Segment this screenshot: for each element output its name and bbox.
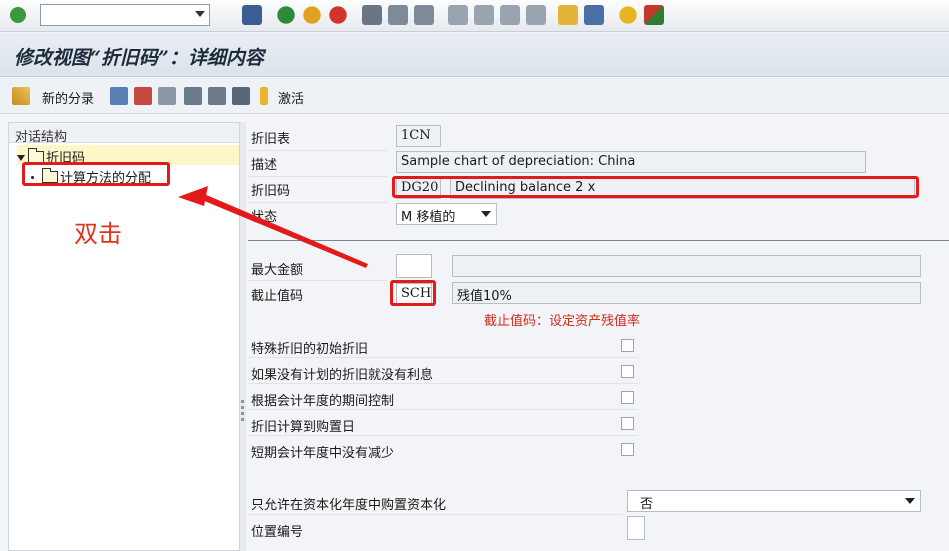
cutoff-value-key-description: 残值10% <box>452 282 921 304</box>
layout-menu-icon[interactable] <box>644 5 664 25</box>
page-title: 修改视图“折旧码”：详细内容 <box>14 47 264 69</box>
annotation-box-cutoff-key <box>390 280 436 306</box>
checkbox-depr-to-acquisition[interactable] <box>621 417 634 430</box>
find-icon[interactable] <box>388 5 408 25</box>
section-divider <box>248 240 949 241</box>
application-toolbar: 新的分录 激活 <box>0 78 949 114</box>
checkbox-special-depreciation[interactable] <box>621 339 634 352</box>
next-entry-icon[interactable] <box>208 87 226 105</box>
cancel-icon[interactable] <box>328 5 348 25</box>
annotation-box-tree-item <box>22 162 170 186</box>
description-field: Sample chart of depreciation: China <box>396 151 866 173</box>
checkbox-label-no-reduction: 短期会计年度中没有减少 <box>251 446 395 461</box>
chart-of-depreciation-label: 折旧表 <box>251 132 291 147</box>
chevron-down-icon[interactable] <box>481 211 491 217</box>
standard-toolbar <box>0 0 949 32</box>
shortcut-icon[interactable] <box>584 5 604 25</box>
title-bar: 修改视图“折旧码”：详细内容 <box>0 33 949 77</box>
dialog-structure-header: 对话结构 <box>9 123 239 145</box>
help-icon[interactable] <box>618 5 638 25</box>
position-number-field[interactable] <box>627 516 645 540</box>
description-label: 描述 <box>251 158 278 173</box>
checkbox-label-special-depreciation: 特殊折旧的初始折旧 <box>251 342 369 357</box>
undo-icon[interactable] <box>158 87 176 105</box>
capitalization-dropdown[interactable]: 否 <box>627 490 921 512</box>
back-icon[interactable] <box>276 5 296 25</box>
checkbox-label-period-control: 根据会计年度的期间控制 <box>251 394 395 409</box>
last-page-icon[interactable] <box>526 5 546 25</box>
find-next-icon[interactable] <box>414 5 434 25</box>
new-entries-button[interactable]: 新的分录 <box>42 88 94 107</box>
max-amount-description <box>452 255 921 277</box>
command-field[interactable] <box>40 4 210 26</box>
chart-of-depreciation-field: 1CN <box>396 125 441 147</box>
checkbox-no-reduction[interactable] <box>621 443 634 456</box>
change-display-icon[interactable] <box>12 87 30 105</box>
max-amount-label: 最大金额 <box>251 263 304 278</box>
annotation-cutoff-note: 截止值码：设定资产残值率 <box>484 314 641 329</box>
chevron-down-icon[interactable] <box>195 11 205 17</box>
select-all-icon[interactable] <box>232 87 250 105</box>
depreciation-key-label: 折旧码 <box>251 184 291 199</box>
checkbox-label-no-interest: 如果没有计划的折旧就没有利息 <box>251 368 434 383</box>
checkbox-period-control[interactable] <box>621 391 634 404</box>
print-icon[interactable] <box>362 5 382 25</box>
previous-entry-icon[interactable] <box>184 87 202 105</box>
status-label: 状态 <box>251 210 278 225</box>
copy-icon[interactable] <box>110 87 128 105</box>
capitalization-label: 只允许在资本化年度中购置资本化 <box>251 498 447 513</box>
status-value: M 移植的 <box>401 210 456 225</box>
previous-page-icon[interactable] <box>474 5 494 25</box>
checkbox-no-interest[interactable] <box>621 365 634 378</box>
dialog-structure-pane: 对话结构 折旧码 计算方法的分配 <box>8 122 240 551</box>
exit-icon[interactable] <box>302 5 322 25</box>
chevron-down-icon[interactable] <box>905 498 915 504</box>
activate-button[interactable]: 激活 <box>278 88 304 107</box>
annotation-double-click: 双击 <box>74 220 122 248</box>
delete-icon[interactable] <box>134 87 152 105</box>
expand-triangle-icon[interactable] <box>17 155 25 161</box>
position-number-label: 位置编号 <box>251 525 304 540</box>
cutoff-value-key-label: 截止值码 <box>251 289 304 304</box>
next-page-icon[interactable] <box>500 5 520 25</box>
max-amount-field[interactable] <box>396 254 432 278</box>
annotation-box-depreciation-key <box>392 176 919 198</box>
capitalization-value: 否 <box>640 497 654 512</box>
first-page-icon[interactable] <box>448 5 468 25</box>
enter-icon[interactable] <box>8 5 28 25</box>
create-session-icon[interactable] <box>558 5 578 25</box>
activate-icon[interactable] <box>260 87 268 105</box>
save-icon[interactable] <box>242 5 262 25</box>
checkbox-label-depr-to-acquisition: 折旧计算到购置日 <box>251 420 356 435</box>
